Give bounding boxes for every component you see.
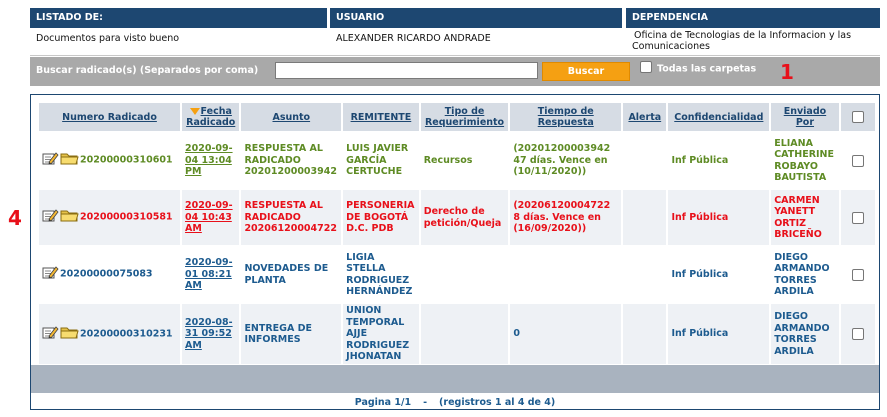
cell-asunto: RESPUESTA AL RADICADO 20201200003942: [244, 143, 337, 178]
search-label: Buscar radicado(s) (Separados por coma): [36, 65, 259, 76]
col-header-fecha[interactable]: Fecha Radicado: [182, 103, 240, 131]
cell-numero: 20200000310581: [39, 190, 181, 245]
cell-remitente: LUIS JAVIER GARCÍA CERTUCHE: [346, 143, 409, 178]
cell-alerta: [623, 247, 666, 302]
usuario-value: ALEXANDER RICARDO ANDRADE: [336, 33, 491, 44]
cell-remitente: UNION TEMPORAL AJJE RODRIGUEZ JHONATAN: [343, 304, 419, 364]
col-header-confidencialidad[interactable]: Confidencialidad: [668, 103, 770, 131]
cell-remitente: PERSONERIA DE BOGOTÁ D.C. PDB: [343, 190, 419, 245]
cell-tipo: Recursos: [423, 154, 473, 166]
results-table: Numero Radicado Fecha Radicado Asunto RE…: [37, 101, 877, 366]
cell-remitente: LIGIA STELLA RODRIGUEZ HERNÁNDEZ: [346, 251, 413, 298]
usuario-header: USUARIO: [330, 8, 622, 28]
cell-tiempo: (20206120004722 8 días. Vence en (16/09/…: [510, 190, 622, 245]
table-row: 20200000310601 2020-09-04 13:04 PM RESPUES…: [39, 133, 875, 188]
pager: Pagina 1/1- (registros 1 al 4 de 4): [31, 397, 879, 408]
cell-tiempo: (20201200003942 47 días. Vence en (10/11…: [513, 143, 611, 178]
cell-asunto: NOVEDADES DE PLANTA: [244, 263, 329, 286]
cell-enviado: ELIANA CATHERINE ROBAYO BAUTISTA: [774, 137, 835, 184]
cell-tiempo: [510, 247, 621, 302]
folder-icon[interactable]: [60, 208, 79, 227]
cell-fecha-link[interactable]: 2020-09-04 10:43 AM: [182, 190, 240, 245]
listado-header: LISTADO DE:: [30, 8, 327, 28]
dependencia-header: DEPENDENCIA: [626, 8, 880, 28]
cell-tipo: [421, 247, 509, 302]
info-bar: LISTADO DE: Documentos para visto bueno …: [30, 8, 880, 56]
search-input[interactable]: [275, 62, 538, 79]
row-checkbox[interactable]: [851, 154, 864, 167]
all-folders-label: Todas las carpetas: [657, 63, 757, 75]
cell-select: [840, 190, 875, 245]
edit-icon[interactable]: [42, 265, 59, 284]
table-row: 20200000075083 2020-09-01 08:21 AM NOVEDAD…: [39, 247, 875, 302]
cell-fecha-link[interactable]: 2020-09-01 08:21 AM: [182, 247, 239, 302]
cell-alerta: [623, 304, 667, 364]
results-grid: Numero Radicado Fecha Radicado Asunto RE…: [39, 103, 875, 366]
cell-asunto: RESPUESTA AL RADICADO 20206120004722: [241, 190, 342, 245]
cell-enviado: DIEGO ARMANDO TORRES ARDILA: [774, 251, 830, 298]
select-all-checkbox[interactable]: [851, 111, 864, 123]
annotation-1: 1: [780, 60, 794, 84]
cell-numero: 20200000310601: [39, 133, 180, 188]
row-checkbox[interactable]: [851, 211, 864, 224]
cell-select: [841, 133, 875, 188]
numero-radicado-link[interactable]: 20200000075083: [60, 269, 153, 280]
col-header-tiempo[interactable]: Tiempo de Respuesta: [510, 103, 622, 131]
cell-alerta: [623, 133, 666, 188]
row-checkbox[interactable]: [851, 268, 864, 281]
cell-confidencialidad: Inf Pública: [668, 190, 770, 245]
cell-confidencialidad: Inf Pública: [671, 268, 729, 280]
cell-select: [840, 304, 875, 364]
numero-radicado-link[interactable]: 20200000310231: [80, 328, 173, 339]
cell-enviado: CARMEN YANETT ORTIZ BRICEÑO: [771, 190, 839, 245]
cell-fecha-link[interactable]: 2020-09-04 13:04 PM: [182, 133, 239, 188]
row-checkbox[interactable]: [851, 328, 864, 340]
listado-value: Documentos para visto bueno: [36, 33, 180, 44]
footer-bar: [31, 365, 879, 393]
col-header-numero[interactable]: Numero Radicado: [39, 103, 181, 131]
col-header-remitente[interactable]: REMITENTE: [343, 103, 419, 131]
cell-alerta: [623, 190, 667, 245]
col-header-enviado[interactable]: Enviado Por: [771, 103, 839, 131]
cell-tiempo: 0: [510, 304, 622, 364]
folder-icon[interactable]: [60, 151, 79, 170]
col-header-select-all[interactable]: [840, 103, 875, 131]
cell-select: [841, 247, 875, 302]
cell-tipo: [420, 304, 509, 364]
cell-confidencialidad: Inf Pública: [668, 304, 770, 364]
results-panel: Numero Radicado Fecha Radicado Asunto RE…: [30, 94, 880, 410]
all-folders-checkbox[interactable]: [640, 61, 652, 73]
dependencia-section: DEPENDENCIA Oficina de Tecnologias de la…: [626, 8, 880, 56]
table-row: 20200000310231 2020-08-31 09:52 AM ENTREGA…: [39, 304, 875, 364]
usuario-section: USUARIO ALEXANDER RICARDO ANDRADE: [330, 8, 622, 56]
pager-records: (registros 1 al 4 de 4): [439, 397, 556, 408]
dependencia-value: Oficina de Tecnologias de la Informacion…: [632, 30, 852, 52]
annotation-4: 4: [8, 206, 22, 230]
search-button[interactable]: Buscar: [542, 62, 630, 81]
cell-enviado: DIEGO ARMANDO TORRES ARDILA: [771, 304, 839, 364]
cell-asunto: ENTREGA DE INFORMES: [241, 304, 342, 364]
sort-desc-icon: [189, 108, 200, 115]
pager-page: Pagina 1/1: [354, 397, 412, 408]
col-header-alerta[interactable]: Alerta: [623, 103, 667, 131]
folder-icon[interactable]: [60, 325, 79, 344]
cell-numero: 20200000075083: [39, 247, 180, 302]
edit-icon[interactable]: [42, 325, 59, 344]
col-header-asunto[interactable]: Asunto: [241, 103, 342, 131]
cell-confidencialidad: Inf Pública: [671, 154, 729, 166]
edit-icon[interactable]: [42, 208, 59, 227]
numero-radicado-link[interactable]: 20200000310581: [80, 212, 173, 223]
cell-tipo: Derecho de petición/Queja: [420, 190, 509, 245]
edit-icon[interactable]: [42, 151, 59, 170]
listado-section: LISTADO DE: Documentos para visto bueno: [30, 8, 327, 56]
cell-numero: 20200000310231: [39, 304, 181, 364]
all-folders-toggle[interactable]: Todas las carpetas: [640, 61, 757, 75]
cell-fecha-link[interactable]: 2020-08-31 09:52 AM: [182, 304, 240, 364]
table-row: 20200000310581 2020-09-04 10:43 AM RESPUES…: [39, 190, 875, 245]
search-bar: Buscar radicado(s) (Separados por coma) …: [30, 57, 880, 86]
col-header-tipo[interactable]: Tipo de Requerimiento: [420, 103, 509, 131]
numero-radicado-link[interactable]: 20200000310601: [80, 155, 173, 166]
pager-separator: -: [423, 397, 428, 408]
